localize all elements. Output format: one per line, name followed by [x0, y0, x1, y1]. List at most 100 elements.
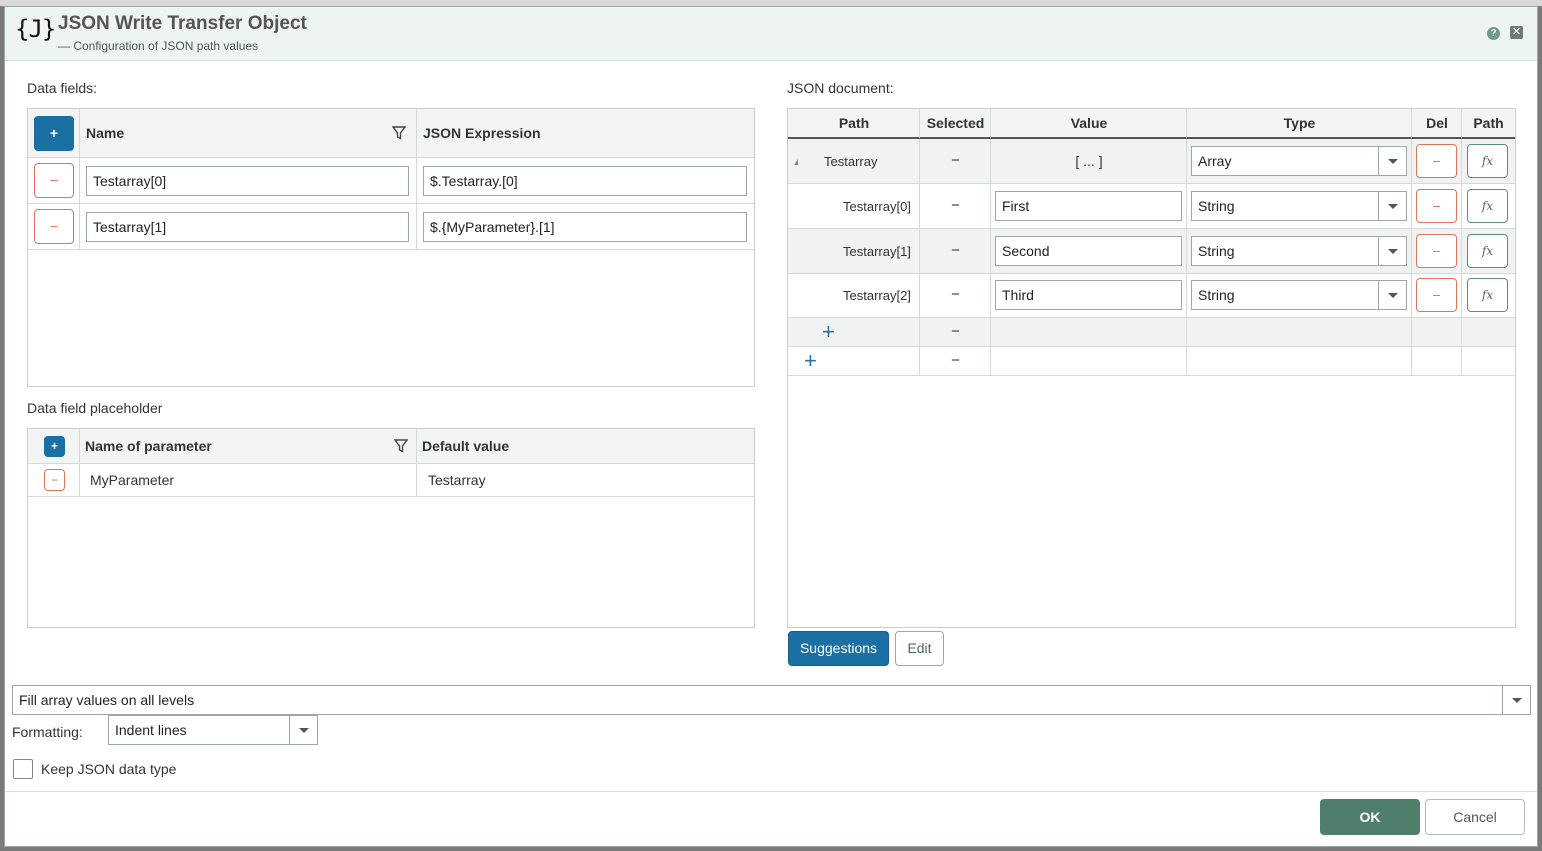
- fill-mode-value: Fill array values on all levels: [19, 692, 195, 708]
- column-header-parameter-name[interactable]: Name of parameter: [80, 429, 417, 464]
- type-select-value: String: [1198, 198, 1235, 214]
- column-header-json-expression[interactable]: JSON Expression: [417, 109, 754, 158]
- table-row: −: [28, 464, 80, 497]
- delete-node-button[interactable]: −: [1416, 189, 1457, 223]
- type-select[interactable]: String: [1191, 191, 1407, 221]
- table-cell: fx: [1462, 184, 1515, 229]
- column-header-default-value[interactable]: Default value: [417, 429, 754, 464]
- data-field-name-input[interactable]: Testarray[0]: [86, 166, 409, 196]
- column-header-type-label: Type: [1283, 115, 1316, 131]
- fx-icon[interactable]: fx: [1467, 144, 1508, 178]
- table-row: −: [28, 204, 80, 250]
- table-cell: String: [1187, 274, 1412, 318]
- type-select-value: String: [1198, 243, 1235, 259]
- dialog-title: JSON Write Transfer Object: [58, 13, 307, 34]
- placeholder-grid: + Name of parameter Default value − MyPa…: [27, 428, 755, 628]
- json-write-dialog: {J} JSON Write Transfer Object — Configu…: [4, 6, 1538, 847]
- selected-indicator[interactable]: −: [920, 323, 991, 340]
- json-logo-icon: {J}: [15, 15, 56, 43]
- table-cell: [991, 347, 1187, 376]
- table-cell: Third: [991, 274, 1187, 318]
- delete-node-button[interactable]: −: [1416, 234, 1457, 268]
- type-select[interactable]: String: [1191, 280, 1407, 310]
- table-cell: −: [920, 139, 991, 184]
- type-select[interactable]: Array: [1191, 146, 1407, 176]
- help-icon[interactable]: ?: [1487, 27, 1500, 40]
- keep-json-type-checkbox[interactable]: [13, 759, 33, 779]
- column-header-del[interactable]: Del: [1412, 109, 1462, 139]
- table-cell: Testarray[1]: [80, 204, 417, 250]
- fill-mode-select[interactable]: Fill array values on all levels: [12, 685, 1531, 715]
- column-header-path[interactable]: Path: [788, 109, 920, 139]
- column-header-type[interactable]: Type: [1187, 109, 1412, 139]
- chevron-down-icon[interactable]: [1378, 281, 1406, 309]
- chevron-down-icon[interactable]: [1378, 237, 1406, 265]
- tree-row-path: Testarray[1]: [788, 229, 920, 274]
- type-select[interactable]: String: [1191, 236, 1407, 266]
- fx-icon[interactable]: fx: [1467, 234, 1508, 268]
- selected-indicator[interactable]: −: [920, 152, 991, 169]
- table-cell: −: [920, 274, 991, 318]
- table-cell: [1187, 347, 1412, 376]
- data-field-expression-input[interactable]: $.{MyParameter}.[1]: [423, 212, 747, 242]
- column-header-path-button[interactable]: Path: [1462, 109, 1515, 139]
- chevron-down-icon[interactable]: [289, 716, 317, 744]
- tree-row-path: Testarray[2]: [788, 274, 920, 318]
- column-header-default-value-label: Default value: [422, 438, 510, 454]
- placeholder-header-add-cell: +: [28, 429, 80, 464]
- remove-parameter-button[interactable]: −: [44, 469, 65, 491]
- add-data-field-button[interactable]: +: [34, 116, 74, 151]
- column-header-selected[interactable]: Selected: [920, 109, 991, 139]
- column-header-parameter-name-label: Name of parameter: [85, 438, 212, 454]
- collapse-arrow-icon[interactable]: [794, 159, 798, 165]
- formatting-select[interactable]: Indent lines: [108, 715, 318, 745]
- chevron-down-icon[interactable]: [1502, 686, 1530, 714]
- placeholder-label: Data field placeholder: [27, 400, 163, 416]
- chevron-down-icon[interactable]: [1378, 192, 1406, 220]
- delete-node-button[interactable]: −: [1416, 278, 1457, 312]
- tree-row-path: Testarray[0]: [788, 184, 920, 229]
- add-root-row: +: [788, 347, 920, 376]
- column-header-name[interactable]: Name: [80, 109, 417, 158]
- fx-icon[interactable]: fx: [1467, 278, 1508, 312]
- add-child-icon[interactable]: +: [822, 319, 835, 345]
- add-parameter-button[interactable]: +: [44, 436, 65, 457]
- close-icon[interactable]: ✕: [1510, 26, 1523, 39]
- selected-indicator[interactable]: −: [920, 352, 991, 369]
- table-cell: −: [1412, 139, 1462, 184]
- edit-button[interactable]: Edit: [895, 631, 944, 666]
- column-header-value-label: Value: [1070, 115, 1108, 131]
- table-cell[interactable]: MyParameter: [80, 464, 417, 497]
- suggestions-button[interactable]: Suggestions: [788, 631, 889, 666]
- add-root-icon[interactable]: +: [804, 348, 817, 374]
- chevron-down-icon[interactable]: [1378, 147, 1406, 175]
- cancel-button[interactable]: Cancel: [1425, 799, 1525, 835]
- column-header-value[interactable]: Value: [991, 109, 1187, 139]
- table-cell: −: [920, 318, 991, 347]
- selected-indicator[interactable]: −: [920, 286, 991, 303]
- json-value-input[interactable]: First: [995, 191, 1182, 221]
- filter-icon[interactable]: [392, 126, 406, 140]
- selected-indicator[interactable]: −: [920, 242, 991, 259]
- delete-node-button[interactable]: −: [1416, 144, 1457, 178]
- formatting-label: Formatting:: [12, 724, 83, 740]
- parameter-name-value: MyParameter: [90, 472, 175, 488]
- remove-data-field-button[interactable]: −: [34, 209, 74, 244]
- selected-indicator[interactable]: −: [920, 197, 991, 214]
- column-header-del-label: Del: [1426, 115, 1448, 131]
- json-value-input[interactable]: Second: [995, 236, 1182, 266]
- data-field-name-input[interactable]: Testarray[1]: [86, 212, 409, 242]
- remove-data-field-button[interactable]: −: [34, 163, 74, 198]
- ok-button[interactable]: OK: [1320, 799, 1420, 835]
- table-cell: Testarray[0]: [80, 158, 417, 204]
- table-cell: [1462, 318, 1515, 347]
- table-cell: First: [991, 184, 1187, 229]
- table-row: −: [28, 158, 80, 204]
- table-cell: [ ... ]: [991, 139, 1187, 184]
- data-field-expression-input[interactable]: $.Testarray.[0]: [423, 166, 747, 196]
- fx-icon[interactable]: fx: [1467, 189, 1508, 223]
- table-cell[interactable]: Testarray: [417, 464, 754, 497]
- type-select-value: Array: [1198, 153, 1232, 169]
- filter-icon[interactable]: [394, 439, 408, 453]
- json-value-input[interactable]: Third: [995, 280, 1182, 310]
